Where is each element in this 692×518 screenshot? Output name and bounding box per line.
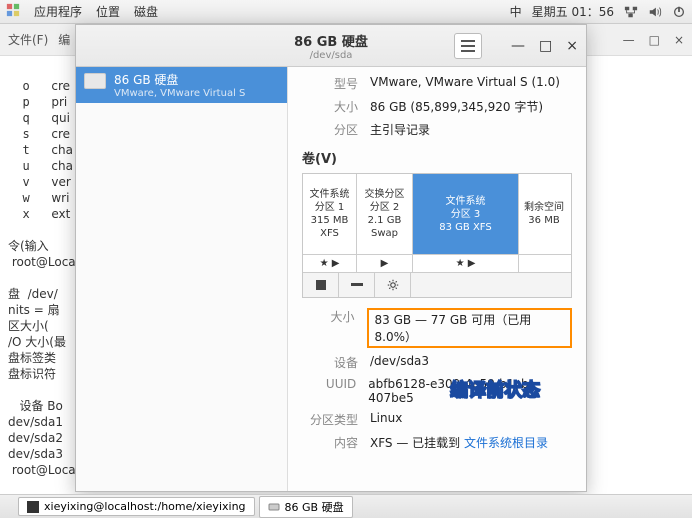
volume-indicator xyxy=(519,255,569,272)
label-model: 型号 xyxy=(302,75,358,92)
top-menubar: 应用程序 位置 磁盘 中 星期五 01：56 xyxy=(0,0,692,24)
value-model: VMware, VMware Virtual S (1.0) xyxy=(370,75,560,92)
menu-disks[interactable]: 磁盘 xyxy=(134,3,158,20)
taskbar-item-terminal[interactable]: xieyixing@localhost:/home/xieyixing xyxy=(18,497,255,516)
input-method-indicator[interactable]: 中 xyxy=(510,3,522,20)
network-icon[interactable] xyxy=(624,5,638,19)
label-vol-size: 大小 xyxy=(302,308,355,348)
taskbar-item-label: 86 GB 硬盘 xyxy=(285,499,344,515)
label-ptype: 分区类型 xyxy=(302,411,358,428)
sidebar-disk-title: 86 GB 硬盘 xyxy=(114,71,245,88)
volume-indicator: ★ ▶ xyxy=(303,255,357,272)
bg-minimize-icon[interactable]: — xyxy=(623,33,635,47)
volume-segment[interactable]: 剩余空间36 MB xyxy=(519,174,569,254)
disks-sidebar: 86 GB 硬盘 VMware, VMware Virtual S xyxy=(76,67,288,491)
label-content: 内容 xyxy=(302,434,358,451)
volume-actions xyxy=(303,272,571,297)
menu-applications[interactable]: 应用程序 xyxy=(34,3,82,20)
value-ptype: Linux xyxy=(370,411,402,428)
activities-icon xyxy=(6,3,20,20)
disk-detail-pane: 型号 VMware, VMware Virtual S (1.0) 大小 86 GB… xyxy=(288,67,586,491)
volume-indicator: ▶ xyxy=(357,255,413,272)
window-subtitle: /dev/sda xyxy=(76,50,586,61)
label-uuid: UUID xyxy=(302,377,356,405)
disks-titlebar: 86 GB 硬盘 /dev/sda — □ × xyxy=(76,25,586,67)
delete-partition-button[interactable] xyxy=(339,273,375,297)
value-uuid: abfb6128-e309-4e59-b1cb-407be5 xyxy=(368,377,572,405)
disk-icon xyxy=(268,501,280,513)
terminal-icon xyxy=(27,501,39,513)
bg-close-icon[interactable]: × xyxy=(674,33,684,47)
highlighted-usage: 83 GB — 77 GB 可用（已用 8.0%） xyxy=(367,308,572,348)
label-size: 大小 xyxy=(302,98,358,115)
bg-menu-edit[interactable]: 编 xyxy=(58,31,70,48)
maximize-button[interactable]: □ xyxy=(539,38,552,54)
value-size: 86 GB (85,899,345,920 字节) xyxy=(370,98,543,115)
volume-segment[interactable]: 交换分区分区 22.1 GB Swap xyxy=(357,174,413,254)
volume-indicator: ★ ▶ xyxy=(413,255,519,272)
bottom-taskbar: xieyixing@localhost:/home/xieyixing 86 G… xyxy=(0,494,692,518)
sidebar-disk-subtitle: VMware, VMware Virtual S xyxy=(114,88,245,99)
value-content: XFS — 已挂载到 文件系统根目录 xyxy=(370,434,548,451)
hamburger-icon xyxy=(461,40,475,52)
bg-menu-file[interactable]: 文件(F) xyxy=(8,31,48,48)
volume-strip: 文件系统分区 1315 MB XFS交换分区分区 22.1 GB Swap文件系… xyxy=(303,174,571,254)
volume-icon[interactable] xyxy=(648,5,662,19)
label-device: 设备 xyxy=(302,354,358,371)
disks-window: 86 GB 硬盘 /dev/sda — □ × 86 GB 硬盘 VMware,… xyxy=(75,24,587,492)
harddisk-icon xyxy=(84,73,106,89)
hamburger-menu-button[interactable] xyxy=(454,33,482,59)
gear-icon xyxy=(387,279,399,291)
bg-maximize-icon[interactable]: □ xyxy=(649,33,660,47)
value-vol-size: 83 GB — 77 GB 可用（已用 8.0%） xyxy=(367,308,572,348)
sidebar-disk-item[interactable]: 86 GB 硬盘 VMware, VMware Virtual S xyxy=(76,67,287,103)
volume-segment[interactable]: 文件系统分区 383 GB XFS xyxy=(413,174,519,254)
volumes-box: 文件系统分区 1315 MB XFS交换分区分区 22.1 GB Swap文件系… xyxy=(302,173,572,298)
taskbar-item-disks[interactable]: 86 GB 硬盘 xyxy=(259,496,353,518)
more-options-button[interactable] xyxy=(375,273,411,297)
label-partitioning: 分区 xyxy=(302,121,358,138)
volume-starbar: ★ ▶▶★ ▶ xyxy=(303,254,571,272)
value-partitioning: 主引导记录 xyxy=(370,121,430,138)
volume-segment[interactable]: 文件系统分区 1315 MB XFS xyxy=(303,174,357,254)
clock[interactable]: 星期五 01：56 xyxy=(532,3,614,20)
close-button[interactable]: × xyxy=(566,38,578,54)
volumes-heading: 卷(V) xyxy=(302,148,572,167)
value-device: /dev/sda3 xyxy=(370,354,429,371)
taskbar-item-label: xieyixing@localhost:/home/xieyixing xyxy=(44,500,246,513)
window-title: 86 GB 硬盘 xyxy=(76,31,586,50)
mount-point-link[interactable]: 文件系统根目录 xyxy=(464,436,548,450)
menu-places[interactable]: 位置 xyxy=(96,3,120,20)
minimize-button[interactable]: — xyxy=(511,38,525,54)
power-icon[interactable] xyxy=(672,5,686,19)
stop-mount-button[interactable] xyxy=(303,273,339,297)
